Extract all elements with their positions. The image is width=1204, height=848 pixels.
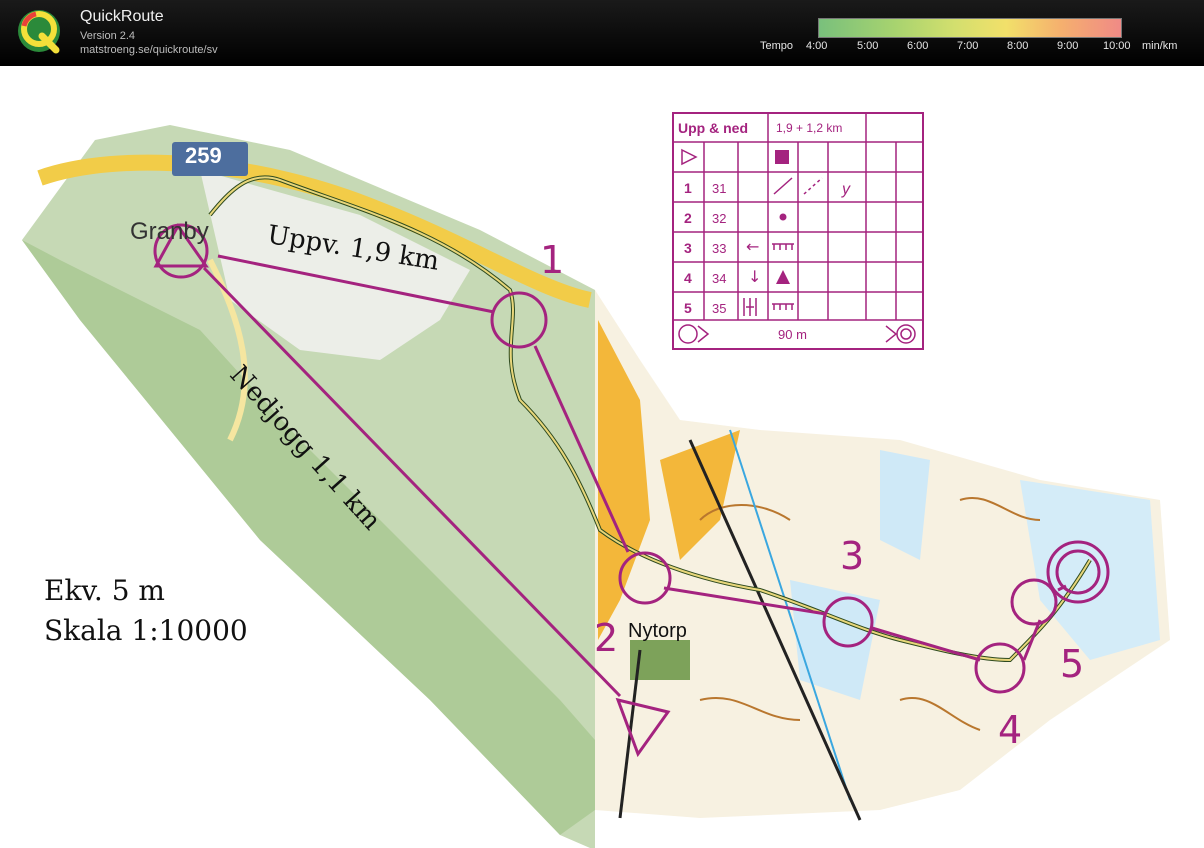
orienteering-map[interactable] bbox=[0, 66, 1204, 848]
control-code: 33 bbox=[712, 241, 727, 256]
control-code: 31 bbox=[712, 181, 727, 196]
tempo-tick: 7:00 bbox=[957, 40, 979, 52]
control-description-sheet: y ← ↓ Upp & ned 1,9 + 1,2 km 1 31 2 32 3… bbox=[672, 112, 924, 350]
control-number-4: 4 bbox=[998, 708, 1023, 752]
app-url[interactable]: matstroeng.se/quickroute/sv bbox=[80, 44, 218, 56]
tempo-tick: 6:00 bbox=[907, 40, 929, 52]
app-version: Version 2.4 bbox=[80, 30, 136, 42]
finish-start-symbol-icon bbox=[678, 324, 698, 344]
place-nytorp: Nytorp bbox=[628, 620, 687, 642]
tempo-tick: 10:00 bbox=[1103, 40, 1131, 52]
app-header: QuickRoute Version 2.4 matstroeng.se/qui… bbox=[0, 0, 1204, 66]
arrow-left-icon: ← bbox=[746, 237, 759, 256]
control-number-1: 1 bbox=[540, 238, 565, 282]
control-number-2: 2 bbox=[594, 616, 619, 660]
control-number-5: 5 bbox=[1060, 642, 1085, 686]
control-number: 3 bbox=[684, 240, 692, 256]
course-distance: 1,9 + 1,2 km bbox=[776, 121, 843, 135]
tempo-color-scale bbox=[818, 18, 1122, 38]
finish-symbol-icon bbox=[896, 324, 916, 344]
boulder-symbol-icon bbox=[776, 270, 790, 284]
control-number: 5 bbox=[684, 300, 692, 316]
tempo-unit: min/km bbox=[1142, 40, 1178, 52]
building-symbol-icon bbox=[775, 150, 789, 164]
control-number: 2 bbox=[684, 210, 692, 226]
tempo-tick: 4:00 bbox=[806, 40, 828, 52]
control-code: 35 bbox=[712, 301, 727, 316]
tempo-label: Tempo bbox=[760, 40, 794, 52]
place-granby: Granby bbox=[130, 218, 209, 245]
tempo-tick: 5:00 bbox=[857, 40, 879, 52]
contour-interval: Ekv. 5 m bbox=[44, 574, 165, 607]
control-code: 34 bbox=[712, 271, 727, 286]
knoll-symbol-icon bbox=[779, 213, 787, 221]
control-code: 32 bbox=[712, 211, 727, 226]
quickroute-logo-icon bbox=[18, 10, 60, 54]
control-number: 4 bbox=[684, 270, 692, 286]
map-scale: Skala 1:10000 bbox=[44, 614, 248, 647]
road-number-label: 259 bbox=[185, 143, 222, 168]
reentrant-symbol-icon: y bbox=[841, 181, 851, 198]
start-symbol-icon bbox=[681, 148, 698, 166]
fence-symbol-icon bbox=[772, 243, 794, 250]
fence-symbol-icon bbox=[772, 303, 794, 310]
between-symbol-icon bbox=[743, 298, 757, 316]
tempo-tick: 9:00 bbox=[1057, 40, 1079, 52]
tempo-tick: 8:00 bbox=[1007, 40, 1029, 52]
course-title: Upp & ned bbox=[678, 120, 748, 136]
app-title: QuickRoute bbox=[80, 8, 164, 25]
control-number: 1 bbox=[684, 180, 692, 196]
finish-distance: 90 m bbox=[778, 327, 807, 342]
control-number-3: 3 bbox=[840, 534, 865, 578]
arrow-down-icon: ↓ bbox=[748, 267, 761, 286]
